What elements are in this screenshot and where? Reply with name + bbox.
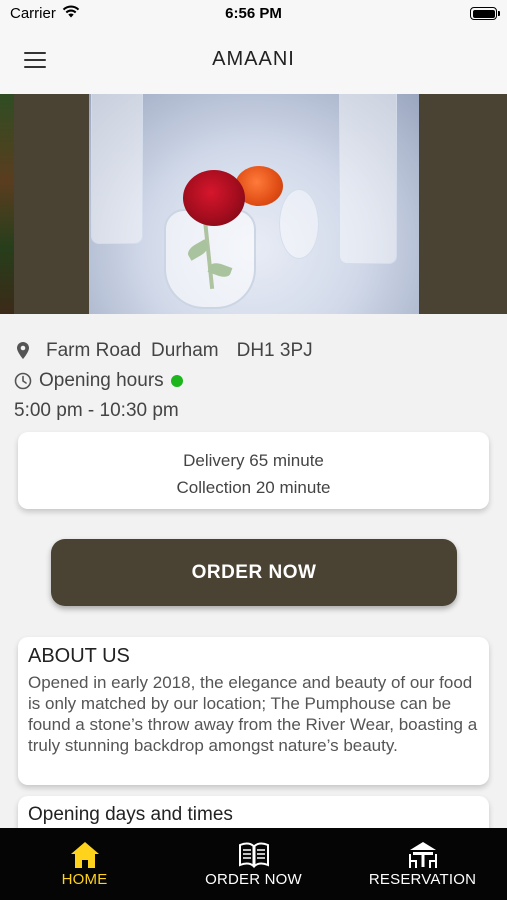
tab-order-now-label: ORDER NOW <box>205 871 302 888</box>
address-city: Durham <box>151 340 219 361</box>
tab-reservation[interactable]: RESERVATION <box>338 828 507 900</box>
hero-image <box>0 94 507 314</box>
tab-order-now[interactable]: ORDER NOW <box>169 828 338 900</box>
status-time: 6:56 PM <box>225 5 282 22</box>
collection-time: Collection 20 minute <box>176 478 331 497</box>
hours-text-row: 5:00 pm - 10:30 pm <box>14 396 493 426</box>
hero-left-strip <box>0 94 14 314</box>
order-now-button[interactable]: ORDER NOW <box>51 539 457 606</box>
address-postcode: DH1 3PJ <box>236 340 313 361</box>
status-bar: Carrier 6:56 PM <box>0 0 507 28</box>
tab-home-label: HOME <box>61 871 108 888</box>
opening-days-title: Opening days and times <box>28 804 233 825</box>
opening-hours-label: Opening hours <box>39 370 164 391</box>
address-street: Farm Road <box>46 340 142 361</box>
open-status-indicator <box>170 375 183 387</box>
opening-hours-time: 5:00 pm - 10:30 pm <box>14 400 179 421</box>
opening-hours-row: Opening hours <box>14 366 493 396</box>
battery-icon <box>470 7 500 20</box>
table-icon <box>408 842 437 868</box>
menu-book-icon <box>238 842 269 869</box>
tab-reservation-label: RESERVATION <box>368 871 477 888</box>
restaurant-photo <box>89 94 419 314</box>
address-row: Farm Road Durham DH1 3PJ <box>14 336 493 366</box>
about-us-title: ABOUT US <box>28 645 130 667</box>
bottom-tab-bar: HOME ORDER NOW RESERVATION <box>0 828 507 900</box>
delivery-info-card: Delivery 65 minute Collection 20 minute <box>18 432 489 509</box>
nav-bar: AMAANI <box>0 28 507 94</box>
clock-icon <box>14 372 32 390</box>
map-pin-icon <box>14 342 32 360</box>
about-us-card: ABOUT US Opened in early 2018, the elega… <box>18 637 489 785</box>
home-icon <box>70 842 99 868</box>
tab-home[interactable]: HOME <box>0 828 169 900</box>
delivery-time: Delivery 65 minute <box>183 451 324 470</box>
about-us-text: Opened in early 2018, the elegance and b… <box>28 673 478 755</box>
page-title: AMAANI <box>212 48 295 70</box>
location-info: Farm Road Durham DH1 3PJ Opening hours 5… <box>14 336 493 426</box>
